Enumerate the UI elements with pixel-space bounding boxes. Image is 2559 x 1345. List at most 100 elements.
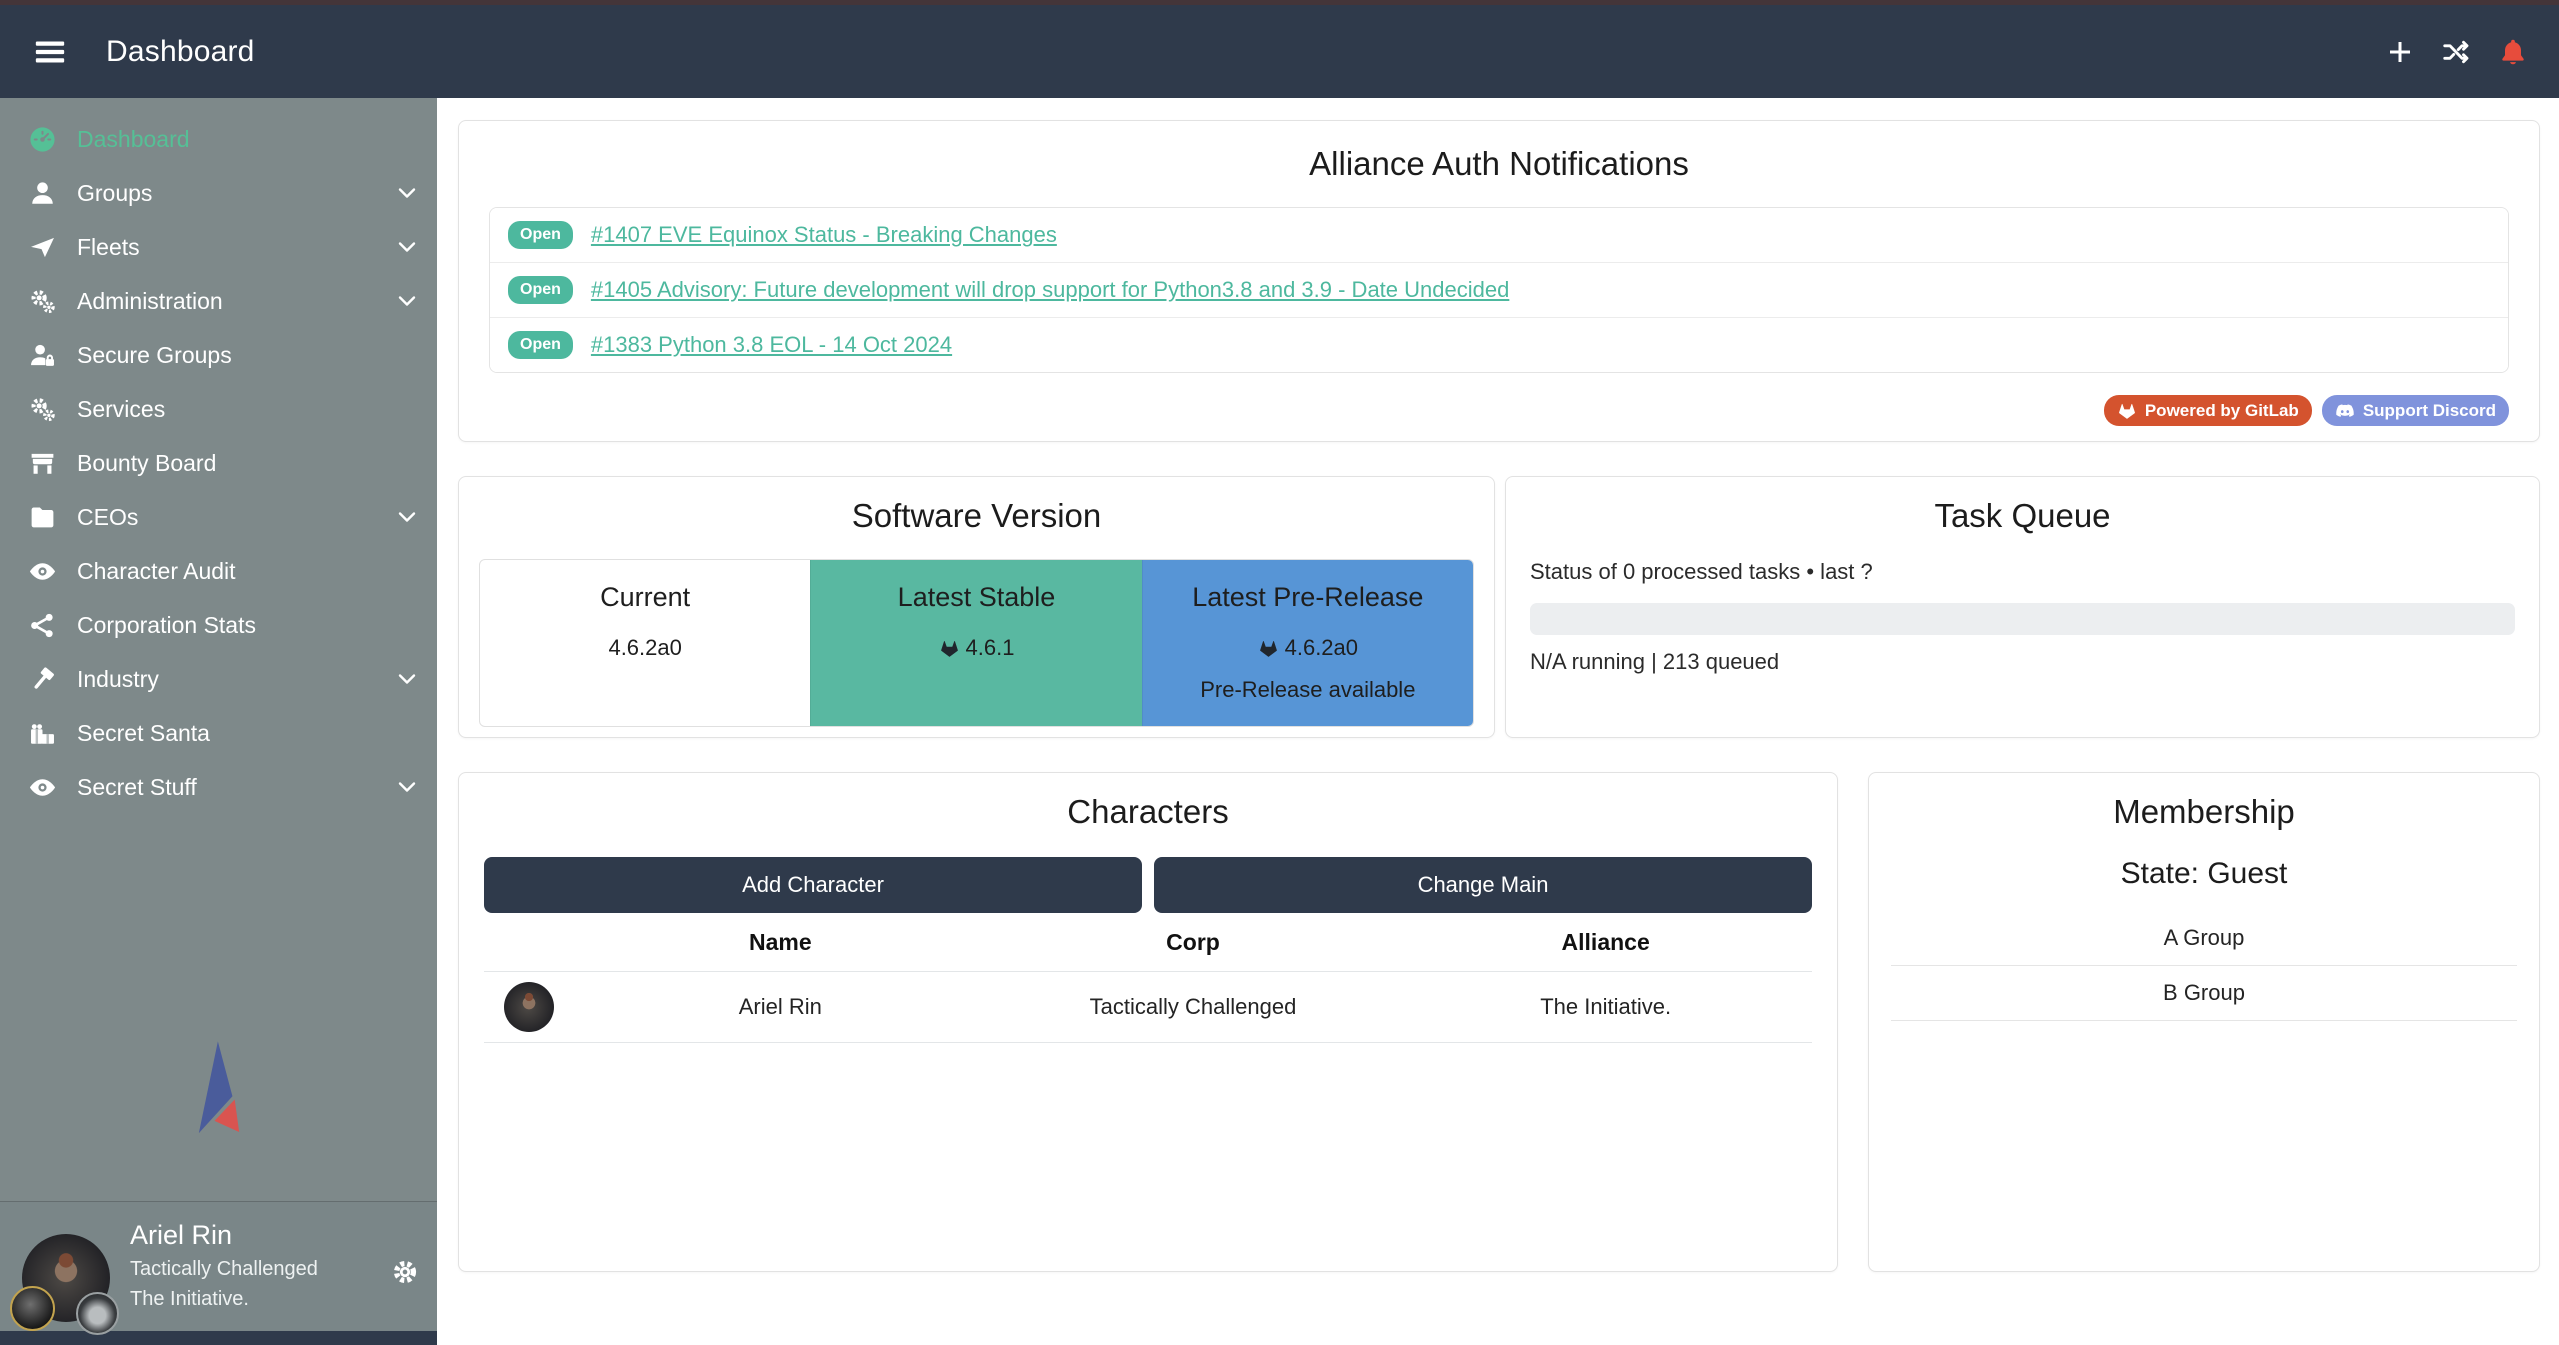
alliance-logo-badge [76,1292,119,1335]
task-queue-title: Task Queue [1530,497,2515,535]
badge-label: Powered by GitLab [2145,401,2299,421]
version-table: Current 4.6.2a0 Latest Stable 4.6.1 Late… [479,559,1474,727]
notifications-bell-icon[interactable] [2497,36,2529,68]
sidebar-item-character-audit[interactable]: Character Audit [0,544,437,598]
version-value: 4.6.1 [966,635,1015,661]
sidebar-item-corporation-stats[interactable]: Corporation Stats [0,598,437,652]
add-character-plus-icon[interactable] [2385,37,2415,67]
notification-link[interactable]: #1383 Python 3.8 EOL - 14 Oct 2024 [591,332,952,358]
shop-icon [24,448,60,478]
sidebar-item-industry[interactable]: Industry [0,652,437,706]
gears-icon [24,286,60,316]
hammer-icon [24,664,60,694]
gitlab-icon [939,638,960,659]
version-label: Latest Pre-Release [1143,582,1473,613]
sidebar-toggle-hamburger-icon[interactable] [30,35,70,69]
software-version-panel: Software Version Current 4.6.2a0 Latest … [458,476,1495,738]
notification-row: Open #1405 Advisory: Future development … [490,262,2508,317]
notifications-title: Alliance Auth Notifications [489,145,2509,183]
notification-link[interactable]: #1407 EVE Equinox Status - Breaking Chan… [591,222,1057,248]
notification-row: Open #1407 EVE Equinox Status - Breaking… [490,208,2508,262]
powered-by-gitlab-badge[interactable]: Powered by GitLab [2104,395,2312,426]
chevron-down-icon [395,181,419,205]
change-main-shuffle-icon[interactable] [2441,37,2471,67]
task-queue-progress-bar [1530,603,2515,635]
character-table-row: Ariel Rin Tactically Challenged The Init… [484,971,1812,1043]
discord-icon [2335,401,2355,421]
chevron-down-icon [395,775,419,799]
chevron-down-icon [395,235,419,259]
characters-table-header: Name Corp Alliance [484,913,1812,971]
gears-icon [24,394,60,424]
sidebar-item-groups[interactable]: Groups [0,166,437,220]
user-lock-icon [24,340,60,370]
user-corp: Tactically Challenged [130,1258,318,1281]
characters-actions: Add Character Change Main [484,857,1812,913]
jet-icon [24,232,60,262]
notification-link[interactable]: #1405 Advisory: Future development will … [591,277,1509,303]
sidebar-item-secret-stuff[interactable]: Secret Stuff [0,760,437,814]
sidebar-item-ceos[interactable]: CEOs [0,490,437,544]
alliance-auth-logo [0,1025,437,1145]
sidebar-item-label: Secret Santa [77,720,210,747]
task-queue-status: Status of 0 processed tasks • last ? [1530,559,2515,585]
sidebar-item-label: Character Audit [77,558,236,585]
sidebar-item-fleets[interactable]: Fleets [0,220,437,274]
topbar-actions [2385,36,2529,68]
software-version-title: Software Version [479,497,1474,535]
sidebar-item-label: Secure Groups [77,342,232,369]
version-current-cell: Current 4.6.2a0 [480,560,810,726]
membership-group-list: A Group B Group [1891,911,2517,1021]
sidebar-item-label: Services [77,396,165,423]
sidebar-item-label: Fleets [77,234,140,261]
add-character-button[interactable]: Add Character [484,857,1142,913]
gauge-icon [24,124,60,154]
chevron-down-icon [395,505,419,529]
support-discord-badge[interactable]: Support Discord [2322,395,2509,426]
sidebar-item-services[interactable]: Services [0,382,437,436]
gitlab-icon [1258,638,1279,659]
version-label: Current [480,582,810,613]
user-avatar [20,1232,140,1332]
membership-title: Membership [1891,793,2517,831]
sidebar-bottom-strip [0,1331,437,1345]
sidebar-menu: Dashboard Groups Fleets Administration S… [0,98,437,814]
status-badge: Open [508,221,573,249]
group-row: B Group [1891,966,2517,1021]
membership-state: State: Guest [1891,857,2517,891]
eye-icon [24,772,60,802]
name-column-header: Name [574,929,987,956]
user-panel[interactable]: Ariel Rin Tactically Challenged The Init… [0,1201,437,1331]
group-row: A Group [1891,911,2517,966]
topbar: Dashboard [0,5,2559,98]
change-main-button[interactable]: Change Main [1154,857,1812,913]
gifts-icon [24,718,60,748]
sidebar-item-dashboard[interactable]: Dashboard [0,112,437,166]
gitlab-icon [2117,401,2137,421]
user-settings-gear-icon[interactable] [391,1258,419,1286]
character-avatar [504,982,554,1032]
sidebar-item-bounty-board[interactable]: Bounty Board [0,436,437,490]
badge-label: Support Discord [2363,401,2496,421]
folder-icon [24,502,60,532]
sidebar-item-label: Groups [77,180,152,207]
sidebar-item-secret-santa[interactable]: Secret Santa [0,706,437,760]
sidebar-item-secure-groups[interactable]: Secure Groups [0,328,437,382]
eye-icon [24,556,60,586]
sidebar-item-administration[interactable]: Administration [0,274,437,328]
alliance-auth-notifications-panel: Alliance Auth Notifications Open #1407 E… [458,120,2540,442]
notifications-footer: Powered by GitLab Support Discord [489,395,2509,426]
main-content: Alliance Auth Notifications Open #1407 E… [437,98,2559,1345]
page-title: Dashboard [106,35,255,69]
version-note: Pre-Release available [1143,677,1473,703]
sidebar-item-label: Secret Stuff [77,774,197,801]
user-icon [24,178,60,208]
sidebar: Dashboard Groups Fleets Administration S… [0,98,437,1345]
status-badge: Open [508,276,573,304]
notification-row: Open #1383 Python 3.8 EOL - 14 Oct 2024 [490,317,2508,372]
share-icon [24,610,60,640]
corp-column-header: Corp [987,929,1400,956]
version-value: 4.6.2a0 [608,635,681,661]
sidebar-item-label: Bounty Board [77,450,216,477]
sidebar-item-label: Industry [77,666,159,693]
